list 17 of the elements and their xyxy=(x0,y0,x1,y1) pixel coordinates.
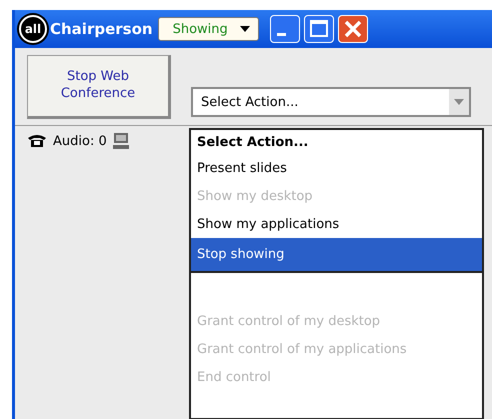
computer-icon xyxy=(112,132,129,150)
phone-icon xyxy=(27,134,47,148)
maximize-button[interactable] xyxy=(304,15,334,43)
stop-web-conference-button[interactable]: Stop Web Conference xyxy=(27,55,171,119)
window-title: Chairperson xyxy=(50,20,153,38)
app-logo: all xyxy=(19,15,47,43)
menu-item[interactable]: Present slides xyxy=(191,154,482,182)
audio-status: Audio: 0 xyxy=(53,134,107,148)
minimize-button[interactable] xyxy=(270,15,300,43)
action-select[interactable]: Select Action... xyxy=(191,87,471,117)
close-button[interactable] xyxy=(338,15,368,43)
menu-item[interactable]: Stop showing xyxy=(191,238,482,271)
status-dropdown[interactable]: Showing xyxy=(158,17,259,41)
minimize-icon xyxy=(277,33,286,36)
menu-item[interactable]: Select Action... xyxy=(191,130,482,154)
caret-icon xyxy=(240,26,250,32)
menu-item[interactable]: Show my applications xyxy=(191,210,482,238)
